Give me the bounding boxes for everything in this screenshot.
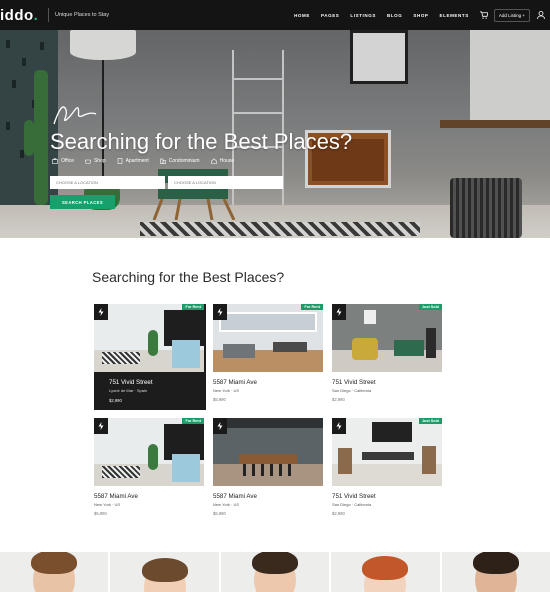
cart-icon[interactable]: [479, 11, 488, 19]
apartment-icon: [117, 158, 122, 164]
category-house[interactable]: House: [210, 158, 234, 164]
tagline: Unique Places to Stay: [55, 12, 110, 18]
listing-title[interactable]: 5587 Miami Ave: [213, 493, 257, 500]
menu-item-home[interactable]: HOME: [294, 13, 310, 18]
signature-icon: [53, 106, 97, 125]
team-photo: [331, 552, 440, 592]
bolt-icon[interactable]: [94, 418, 108, 434]
team-strip: [0, 552, 550, 592]
listing-location: San Diego · California: [332, 502, 372, 507]
bolt-icon[interactable]: [213, 418, 227, 434]
status-badge: Just Sold: [418, 418, 442, 424]
menu-item-elements[interactable]: ELEMENTS: [440, 13, 469, 18]
listing-photo[interactable]: [94, 418, 204, 486]
team-photo: [0, 552, 109, 592]
listing-price: $2,990: [332, 397, 345, 402]
bolt-icon[interactable]: [94, 304, 108, 320]
menu-item-listings[interactable]: LISTINGS: [350, 13, 376, 18]
shop-icon: [85, 159, 91, 164]
listing-price: $5,990: [213, 397, 226, 402]
listing-photo[interactable]: [213, 418, 323, 486]
status-badge: For Rent: [182, 304, 204, 310]
team-photo: [110, 552, 219, 592]
listing-title[interactable]: 5587 Miami Ave: [94, 493, 138, 500]
listing-photo[interactable]: [213, 304, 323, 372]
hero-title: Searching for the Best Places?: [50, 129, 353, 154]
user-icon[interactable]: [536, 10, 546, 20]
category-condominium[interactable]: Condominium: [159, 158, 200, 164]
listing-location: New York · US: [213, 388, 240, 393]
category-apartment[interactable]: Apartment: [117, 158, 149, 164]
listing-price: $2,990: [109, 398, 122, 403]
menu-item-pages[interactable]: PAGES: [321, 13, 339, 18]
listing-photo[interactable]: [94, 304, 204, 372]
menu-item-shop[interactable]: SHOP: [413, 13, 428, 18]
listing-title[interactable]: 5587 Miami Ave: [213, 379, 257, 386]
listing-title[interactable]: 751 Vivid Street: [332, 379, 376, 386]
status-badge: For Rent: [182, 418, 204, 424]
listing-price: $5,990: [94, 511, 107, 516]
office-icon: [52, 158, 58, 164]
logo[interactable]: iddo.: [0, 7, 42, 24]
status-badge: Just Sold: [418, 304, 442, 310]
listing-location: Lyoné de Mar · Spain: [109, 388, 148, 393]
location-input[interactable]: [50, 176, 165, 189]
listing-photo[interactable]: [332, 304, 442, 372]
top-navbar: iddo. Unique Places to Stay HOME PAGES L…: [0, 0, 550, 30]
bolt-icon[interactable]: [332, 304, 346, 320]
listing-location: San Diego · California: [332, 388, 372, 393]
add-listing-button[interactable]: Add Listing +: [493, 8, 530, 22]
main-menu: HOME PAGES LISTINGS BLOG SHOP ELEMENTS: [294, 13, 469, 18]
category-input[interactable]: [168, 176, 283, 189]
bolt-icon[interactable]: [213, 304, 227, 320]
listing-title[interactable]: 751 Vivid Street: [109, 379, 153, 386]
search-form: [50, 176, 283, 189]
category-shop[interactable]: Shop: [85, 158, 106, 164]
status-badge: For Rent: [301, 304, 323, 310]
house-icon: [210, 158, 217, 164]
condominium-icon: [159, 158, 166, 164]
listing-photo[interactable]: [332, 418, 442, 486]
listing-title[interactable]: 751 Vivid Street: [332, 493, 376, 500]
hero-banner: Searching for the Best Places? Office Sh…: [0, 30, 550, 238]
menu-item-blog[interactable]: BLOG: [387, 13, 402, 18]
listing-location: New York · US: [94, 502, 121, 507]
listing-location: New York · US: [213, 502, 240, 507]
category-office[interactable]: Office: [52, 158, 74, 164]
bolt-icon[interactable]: [332, 418, 346, 434]
team-photo: [220, 552, 330, 592]
listing-price: $2,990: [332, 511, 345, 516]
category-filters: Office Shop Apartment Condominium House: [52, 158, 234, 164]
team-photo: [441, 552, 550, 592]
section-title: Searching for the Best Places?: [92, 269, 285, 285]
nav-divider: [48, 8, 49, 22]
listing-price: $5,990: [213, 511, 226, 516]
search-places-button[interactable]: SEARCH PLACES: [50, 195, 115, 209]
